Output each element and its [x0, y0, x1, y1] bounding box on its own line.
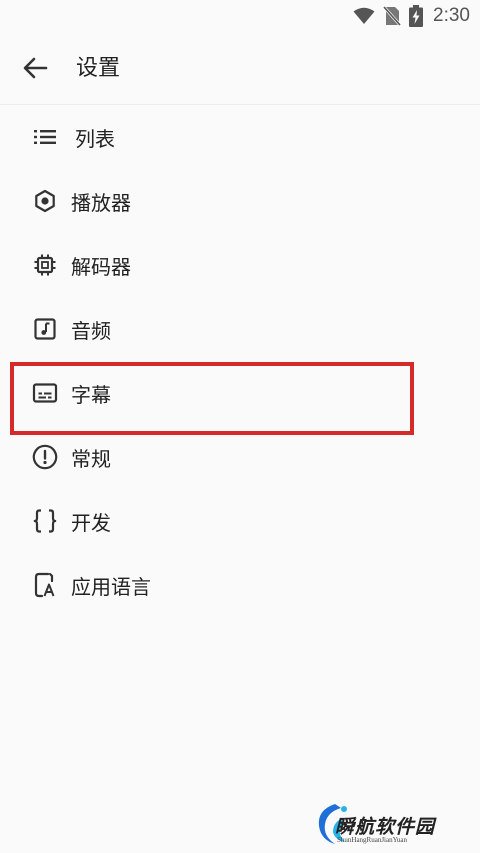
- wifi-icon: [353, 7, 375, 25]
- list-icon: [32, 124, 58, 150]
- arrow-back-icon: [22, 56, 48, 84]
- menu-item-audio[interactable]: 音频: [0, 297, 480, 361]
- menu-item-player[interactable]: 播放器: [0, 169, 480, 233]
- menu-item-developer[interactable]: 开发: [0, 489, 480, 553]
- menu-item-label: 开发: [71, 510, 111, 535]
- menu-item-general[interactable]: 常规: [0, 425, 480, 489]
- subtitles-icon: [32, 380, 58, 406]
- menu-item-label: 应用语言: [71, 574, 151, 599]
- menu-item-app-language[interactable]: 应用语言: [0, 553, 480, 617]
- watermark-subtitle: ShunHangRuanJianYuan: [337, 836, 407, 844]
- phone-language-icon: [32, 572, 58, 598]
- page-title: 设置: [76, 56, 121, 81]
- menu-item-label: 播放器: [71, 190, 131, 215]
- hexagon-dot-icon: [32, 188, 58, 214]
- menu-item-decoder[interactable]: 解码器: [0, 233, 480, 297]
- watermark-logo: 瞬航软件园 ShunHangRuanJianYuan: [313, 800, 473, 850]
- menu-item-label: 音频: [71, 318, 111, 343]
- back-button[interactable]: [18, 55, 52, 85]
- app-bar: 设置: [0, 34, 480, 105]
- menu-item-list[interactable]: 列表: [0, 105, 480, 169]
- status-bar: 2:30: [0, 0, 480, 34]
- menu-item-label: 列表: [75, 126, 115, 151]
- code-braces-icon: [32, 508, 58, 534]
- watermark-title: 瞬航软件园: [335, 816, 436, 838]
- alert-circle-icon: [32, 444, 58, 470]
- settings-menu: 列表 播放器 解码器 音频 字幕 常规 开发 应用语言: [0, 105, 480, 617]
- menu-item-subtitles[interactable]: 字幕: [0, 361, 480, 425]
- status-time: 2:30: [433, 5, 470, 26]
- chip-icon: [32, 252, 58, 278]
- no-sim-icon: [383, 6, 402, 26]
- menu-item-label: 常规: [71, 446, 111, 471]
- status-icons: 2:30: [353, 5, 470, 27]
- music-note-icon: [32, 316, 58, 342]
- menu-item-label: 字幕: [71, 382, 111, 407]
- battery-charging-icon: [409, 5, 424, 27]
- menu-item-label: 解码器: [71, 254, 131, 279]
